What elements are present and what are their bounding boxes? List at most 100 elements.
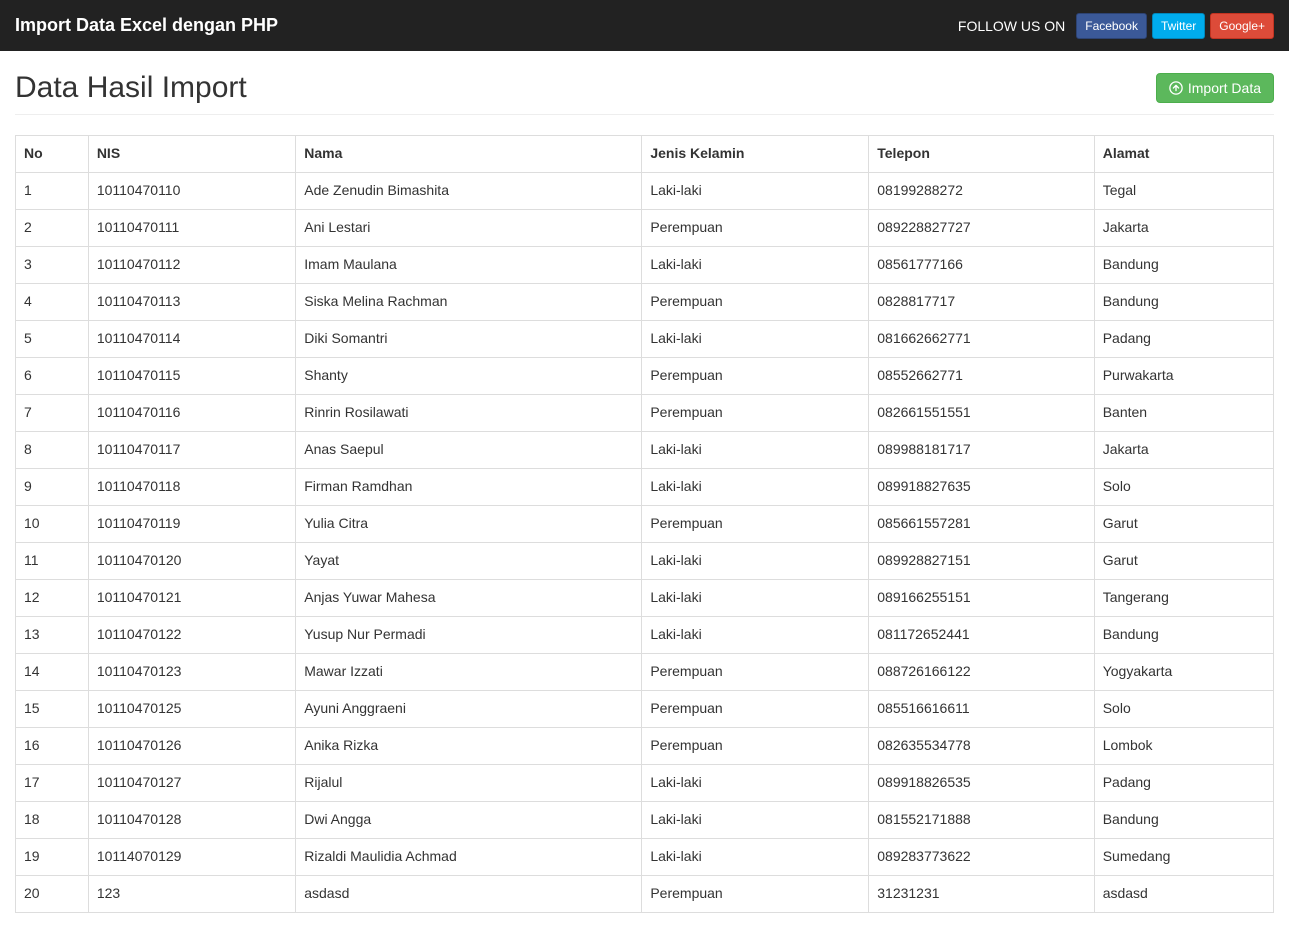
table-row: 810110470117Anas SaepulLaki-laki08998818… — [16, 431, 1274, 468]
table-row: 910110470118Firman RamdhanLaki-laki08991… — [16, 468, 1274, 505]
cell-telepon: 089988181717 — [869, 431, 1094, 468]
cell-nama: Mawar Izzati — [296, 653, 642, 690]
cell-nis: 10110470123 — [88, 653, 295, 690]
cell-nama: Imam Maulana — [296, 246, 642, 283]
table-row: 710110470116Rinrin RosilawatiPerempuan08… — [16, 394, 1274, 431]
navbar-brand[interactable]: Import Data Excel dengan PHP — [15, 0, 278, 51]
cell-no: 17 — [16, 764, 89, 801]
table-head: No NIS Nama Jenis Kelamin Telepon Alamat — [16, 136, 1274, 173]
cell-nis: 10110470126 — [88, 727, 295, 764]
cell-nama: Yulia Citra — [296, 505, 642, 542]
cell-telepon: 31231231 — [869, 875, 1094, 912]
cell-no: 4 — [16, 283, 89, 320]
twitter-button[interactable]: Twitter — [1152, 13, 1205, 39]
cell-nama: Ani Lestari — [296, 209, 642, 246]
cell-jenis_kelamin: Laki-laki — [642, 616, 869, 653]
main-container: Data Hasil Import Import Data No NIS Nam… — [0, 51, 1289, 913]
cell-telepon: 082635534778 — [869, 727, 1094, 764]
table-row: 410110470113Siska Melina RachmanPerempua… — [16, 283, 1274, 320]
cell-no: 13 — [16, 616, 89, 653]
table-row: 1810110470128Dwi AnggaLaki-laki081552171… — [16, 801, 1274, 838]
table-row: 1610110470126Anika RizkaPerempuan0826355… — [16, 727, 1274, 764]
cell-telepon: 082661551551 — [869, 394, 1094, 431]
cell-telepon: 081662662771 — [869, 320, 1094, 357]
cell-nis: 10110470111 — [88, 209, 295, 246]
cell-alamat: Garut — [1094, 505, 1273, 542]
cell-telepon: 085661557281 — [869, 505, 1094, 542]
cell-alamat: Bandung — [1094, 616, 1273, 653]
cell-jenis_kelamin: Perempuan — [642, 283, 869, 320]
cell-nis: 10110470114 — [88, 320, 295, 357]
cell-alamat: Garut — [1094, 542, 1273, 579]
cell-alamat: Jakarta — [1094, 431, 1273, 468]
cell-alamat: Purwakarta — [1094, 357, 1273, 394]
cell-jenis_kelamin: Perempuan — [642, 394, 869, 431]
cell-no: 3 — [16, 246, 89, 283]
cell-no: 5 — [16, 320, 89, 357]
header-alamat: Alamat — [1094, 136, 1273, 173]
navbar-right: FOLLOW US ON Facebook Twitter Google+ — [958, 13, 1274, 39]
table-row: 610110470115ShantyPerempuan08552662771Pu… — [16, 357, 1274, 394]
cell-nis: 10114070129 — [88, 838, 295, 875]
cell-telepon: 089228827727 — [869, 209, 1094, 246]
cell-nis: 10110470113 — [88, 283, 295, 320]
cell-nama: Rizaldi Maulidia Achmad — [296, 838, 642, 875]
table-row: 110110470110Ade Zenudin BimashitaLaki-la… — [16, 172, 1274, 209]
cell-nama: Shanty — [296, 357, 642, 394]
cell-nama: Yayat — [296, 542, 642, 579]
cell-telepon: 089166255151 — [869, 579, 1094, 616]
table-row: 1510110470125Ayuni AnggraeniPerempuan085… — [16, 690, 1274, 727]
cell-alamat: Yogyakarta — [1094, 653, 1273, 690]
cell-alamat: asdasd — [1094, 875, 1273, 912]
cell-alamat: Tangerang — [1094, 579, 1273, 616]
cell-jenis_kelamin: Laki-laki — [642, 801, 869, 838]
header-nama: Nama — [296, 136, 642, 173]
cell-jenis_kelamin: Perempuan — [642, 505, 869, 542]
cell-telepon: 08552662771 — [869, 357, 1094, 394]
cell-nama: Yusup Nur Permadi — [296, 616, 642, 653]
cell-no: 6 — [16, 357, 89, 394]
navbar: Import Data Excel dengan PHP FOLLOW US O… — [0, 0, 1289, 51]
table-header-row: No NIS Nama Jenis Kelamin Telepon Alamat — [16, 136, 1274, 173]
table-body: 110110470110Ade Zenudin BimashitaLaki-la… — [16, 172, 1274, 912]
cell-alamat: Banten — [1094, 394, 1273, 431]
cell-no: 1 — [16, 172, 89, 209]
header-no: No — [16, 136, 89, 173]
cell-telepon: 089918826535 — [869, 764, 1094, 801]
cell-alamat: Tegal — [1094, 172, 1273, 209]
cell-nama: Rinrin Rosilawati — [296, 394, 642, 431]
cell-no: 19 — [16, 838, 89, 875]
table-row: 1910114070129Rizaldi Maulidia AchmadLaki… — [16, 838, 1274, 875]
table-row: 510110470114Diki SomantriLaki-laki081662… — [16, 320, 1274, 357]
cell-nama: Rijalul — [296, 764, 642, 801]
cell-nis: 10110470122 — [88, 616, 295, 653]
cell-alamat: Padang — [1094, 320, 1273, 357]
cell-alamat: Jakarta — [1094, 209, 1273, 246]
cell-nama: Siska Melina Rachman — [296, 283, 642, 320]
cell-nis: 10110470116 — [88, 394, 295, 431]
cell-no: 8 — [16, 431, 89, 468]
cell-telepon: 081172652441 — [869, 616, 1094, 653]
cell-no: 9 — [16, 468, 89, 505]
table-row: 1110110470120YayatLaki-laki089928827151G… — [16, 542, 1274, 579]
cell-nis: 10110470119 — [88, 505, 295, 542]
table-row: 1710110470127RijalulLaki-laki08991882653… — [16, 764, 1274, 801]
cell-no: 2 — [16, 209, 89, 246]
table-row: 310110470112Imam MaulanaLaki-laki0856177… — [16, 246, 1274, 283]
cell-nama: Ayuni Anggraeni — [296, 690, 642, 727]
table-row: 1010110470119Yulia CitraPerempuan0856615… — [16, 505, 1274, 542]
facebook-button[interactable]: Facebook — [1076, 13, 1147, 39]
google-plus-button[interactable]: Google+ — [1210, 13, 1274, 39]
table-row: 1310110470122Yusup Nur PermadiLaki-laki0… — [16, 616, 1274, 653]
cell-no: 7 — [16, 394, 89, 431]
cell-jenis_kelamin: Laki-laki — [642, 172, 869, 209]
import-data-button[interactable]: Import Data — [1156, 73, 1274, 103]
cell-alamat: Lombok — [1094, 727, 1273, 764]
cell-jenis_kelamin: Laki-laki — [642, 431, 869, 468]
cell-telepon: 089928827151 — [869, 542, 1094, 579]
cell-nis: 10110470117 — [88, 431, 295, 468]
cell-jenis_kelamin: Perempuan — [642, 357, 869, 394]
cell-nama: Anas Saepul — [296, 431, 642, 468]
data-table: No NIS Nama Jenis Kelamin Telepon Alamat… — [15, 135, 1274, 913]
cell-nis: 10110470128 — [88, 801, 295, 838]
